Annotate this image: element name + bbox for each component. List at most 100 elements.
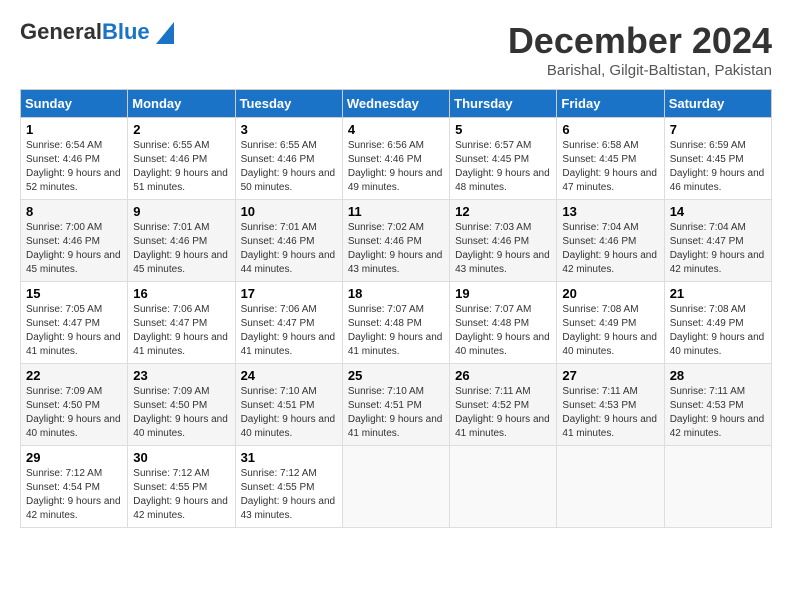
day-number: 17 — [241, 286, 337, 301]
day-info: Sunrise: 7:10 AM Sunset: 4:51 PM Dayligh… — [241, 385, 337, 441]
sunrise-text: Sunrise: 7:04 AM — [670, 221, 766, 235]
daylight-text: Daylight: 9 hours and 40 minutes. — [26, 413, 122, 441]
day-number: 29 — [26, 450, 122, 465]
day-info: Sunrise: 7:07 AM Sunset: 4:48 PM Dayligh… — [348, 303, 444, 359]
day-info: Sunrise: 7:10 AM Sunset: 4:51 PM Dayligh… — [348, 385, 444, 441]
day-number: 9 — [133, 204, 229, 219]
sunrise-text: Sunrise: 6:54 AM — [26, 139, 122, 153]
day-number: 31 — [241, 450, 337, 465]
day-number: 3 — [241, 122, 337, 137]
day-number: 27 — [562, 368, 658, 383]
day-number: 7 — [670, 122, 766, 137]
sunrise-text: Sunrise: 7:01 AM — [241, 221, 337, 235]
sunset-text: Sunset: 4:51 PM — [348, 399, 444, 413]
calendar-day-cell: 25 Sunrise: 7:10 AM Sunset: 4:51 PM Dayl… — [342, 364, 449, 446]
daylight-text: Daylight: 9 hours and 45 minutes. — [133, 249, 229, 277]
sunset-text: Sunset: 4:46 PM — [133, 235, 229, 249]
calendar-table: SundayMondayTuesdayWednesdayThursdayFrid… — [20, 89, 772, 528]
day-info: Sunrise: 7:04 AM Sunset: 4:46 PM Dayligh… — [562, 221, 658, 277]
day-info: Sunrise: 6:58 AM Sunset: 4:45 PM Dayligh… — [562, 139, 658, 195]
day-number: 20 — [562, 286, 658, 301]
logo-text: GeneralBlue — [20, 20, 150, 44]
calendar-day-cell: 2 Sunrise: 6:55 AM Sunset: 4:46 PM Dayli… — [128, 118, 235, 200]
sunrise-text: Sunrise: 6:56 AM — [348, 139, 444, 153]
calendar-day-cell: 14 Sunrise: 7:04 AM Sunset: 4:47 PM Dayl… — [664, 200, 771, 282]
daylight-text: Daylight: 9 hours and 49 minutes. — [348, 167, 444, 195]
weekday-header: Tuesday — [235, 90, 342, 118]
logo-triangle-icon — [152, 22, 174, 44]
sunrise-text: Sunrise: 7:10 AM — [241, 385, 337, 399]
sunrise-text: Sunrise: 7:02 AM — [348, 221, 444, 235]
calendar-day-cell: 12 Sunrise: 7:03 AM Sunset: 4:46 PM Dayl… — [450, 200, 557, 282]
calendar-header-row: SundayMondayTuesdayWednesdayThursdayFrid… — [21, 90, 772, 118]
calendar-day-cell: 5 Sunrise: 6:57 AM Sunset: 4:45 PM Dayli… — [450, 118, 557, 200]
day-info: Sunrise: 6:54 AM Sunset: 4:46 PM Dayligh… — [26, 139, 122, 195]
calendar-day-cell: 17 Sunrise: 7:06 AM Sunset: 4:47 PM Dayl… — [235, 282, 342, 364]
day-info: Sunrise: 6:56 AM Sunset: 4:46 PM Dayligh… — [348, 139, 444, 195]
daylight-text: Daylight: 9 hours and 47 minutes. — [562, 167, 658, 195]
calendar-day-cell: 18 Sunrise: 7:07 AM Sunset: 4:48 PM Dayl… — [342, 282, 449, 364]
calendar-day-cell — [557, 446, 664, 528]
daylight-text: Daylight: 9 hours and 40 minutes. — [562, 331, 658, 359]
calendar-day-cell — [664, 446, 771, 528]
day-number: 13 — [562, 204, 658, 219]
day-info: Sunrise: 6:55 AM Sunset: 4:46 PM Dayligh… — [133, 139, 229, 195]
weekday-header: Monday — [128, 90, 235, 118]
sunset-text: Sunset: 4:46 PM — [562, 235, 658, 249]
daylight-text: Daylight: 9 hours and 41 minutes. — [348, 331, 444, 359]
sunrise-text: Sunrise: 7:07 AM — [348, 303, 444, 317]
sunset-text: Sunset: 4:46 PM — [241, 153, 337, 167]
calendar-day-cell: 10 Sunrise: 7:01 AM Sunset: 4:46 PM Dayl… — [235, 200, 342, 282]
calendar-day-cell: 26 Sunrise: 7:11 AM Sunset: 4:52 PM Dayl… — [450, 364, 557, 446]
daylight-text: Daylight: 9 hours and 40 minutes. — [133, 413, 229, 441]
calendar-week-row: 22 Sunrise: 7:09 AM Sunset: 4:50 PM Dayl… — [21, 364, 772, 446]
sunrise-text: Sunrise: 7:08 AM — [670, 303, 766, 317]
daylight-text: Daylight: 9 hours and 41 minutes. — [562, 413, 658, 441]
sunrise-text: Sunrise: 7:11 AM — [455, 385, 551, 399]
sunrise-text: Sunrise: 7:06 AM — [133, 303, 229, 317]
daylight-text: Daylight: 9 hours and 45 minutes. — [26, 249, 122, 277]
daylight-text: Daylight: 9 hours and 46 minutes. — [670, 167, 766, 195]
day-info: Sunrise: 7:02 AM Sunset: 4:46 PM Dayligh… — [348, 221, 444, 277]
daylight-text: Daylight: 9 hours and 42 minutes. — [26, 495, 122, 523]
sunrise-text: Sunrise: 6:55 AM — [241, 139, 337, 153]
sunrise-text: Sunrise: 7:06 AM — [241, 303, 337, 317]
sunset-text: Sunset: 4:47 PM — [133, 317, 229, 331]
sunset-text: Sunset: 4:46 PM — [455, 235, 551, 249]
day-number: 23 — [133, 368, 229, 383]
calendar-day-cell — [450, 446, 557, 528]
day-info: Sunrise: 7:12 AM Sunset: 4:55 PM Dayligh… — [133, 467, 229, 523]
calendar-week-row: 15 Sunrise: 7:05 AM Sunset: 4:47 PM Dayl… — [21, 282, 772, 364]
logo-general: General — [20, 19, 102, 44]
day-number: 12 — [455, 204, 551, 219]
daylight-text: Daylight: 9 hours and 40 minutes. — [455, 331, 551, 359]
daylight-text: Daylight: 9 hours and 51 minutes. — [133, 167, 229, 195]
day-number: 11 — [348, 204, 444, 219]
day-info: Sunrise: 7:01 AM Sunset: 4:46 PM Dayligh… — [133, 221, 229, 277]
sunset-text: Sunset: 4:46 PM — [348, 153, 444, 167]
day-info: Sunrise: 7:03 AM Sunset: 4:46 PM Dayligh… — [455, 221, 551, 277]
day-info: Sunrise: 7:06 AM Sunset: 4:47 PM Dayligh… — [133, 303, 229, 359]
day-info: Sunrise: 7:06 AM Sunset: 4:47 PM Dayligh… — [241, 303, 337, 359]
daylight-text: Daylight: 9 hours and 42 minutes. — [133, 495, 229, 523]
sunrise-text: Sunrise: 7:00 AM — [26, 221, 122, 235]
day-number: 5 — [455, 122, 551, 137]
calendar-day-cell: 16 Sunrise: 7:06 AM Sunset: 4:47 PM Dayl… — [128, 282, 235, 364]
calendar-day-cell: 20 Sunrise: 7:08 AM Sunset: 4:49 PM Dayl… — [557, 282, 664, 364]
sunset-text: Sunset: 4:47 PM — [241, 317, 337, 331]
day-info: Sunrise: 6:57 AM Sunset: 4:45 PM Dayligh… — [455, 139, 551, 195]
calendar-day-cell: 4 Sunrise: 6:56 AM Sunset: 4:46 PM Dayli… — [342, 118, 449, 200]
weekday-header: Thursday — [450, 90, 557, 118]
day-info: Sunrise: 7:11 AM Sunset: 4:53 PM Dayligh… — [562, 385, 658, 441]
daylight-text: Daylight: 9 hours and 43 minutes. — [348, 249, 444, 277]
calendar-day-cell: 28 Sunrise: 7:11 AM Sunset: 4:53 PM Dayl… — [664, 364, 771, 446]
sunset-text: Sunset: 4:52 PM — [455, 399, 551, 413]
sunset-text: Sunset: 4:45 PM — [455, 153, 551, 167]
day-info: Sunrise: 7:09 AM Sunset: 4:50 PM Dayligh… — [26, 385, 122, 441]
header: GeneralBlue December 2024 Barishal, Gilg… — [20, 20, 772, 79]
day-number: 18 — [348, 286, 444, 301]
day-number: 28 — [670, 368, 766, 383]
sunset-text: Sunset: 4:46 PM — [241, 235, 337, 249]
day-info: Sunrise: 7:01 AM Sunset: 4:46 PM Dayligh… — [241, 221, 337, 277]
day-number: 1 — [26, 122, 122, 137]
